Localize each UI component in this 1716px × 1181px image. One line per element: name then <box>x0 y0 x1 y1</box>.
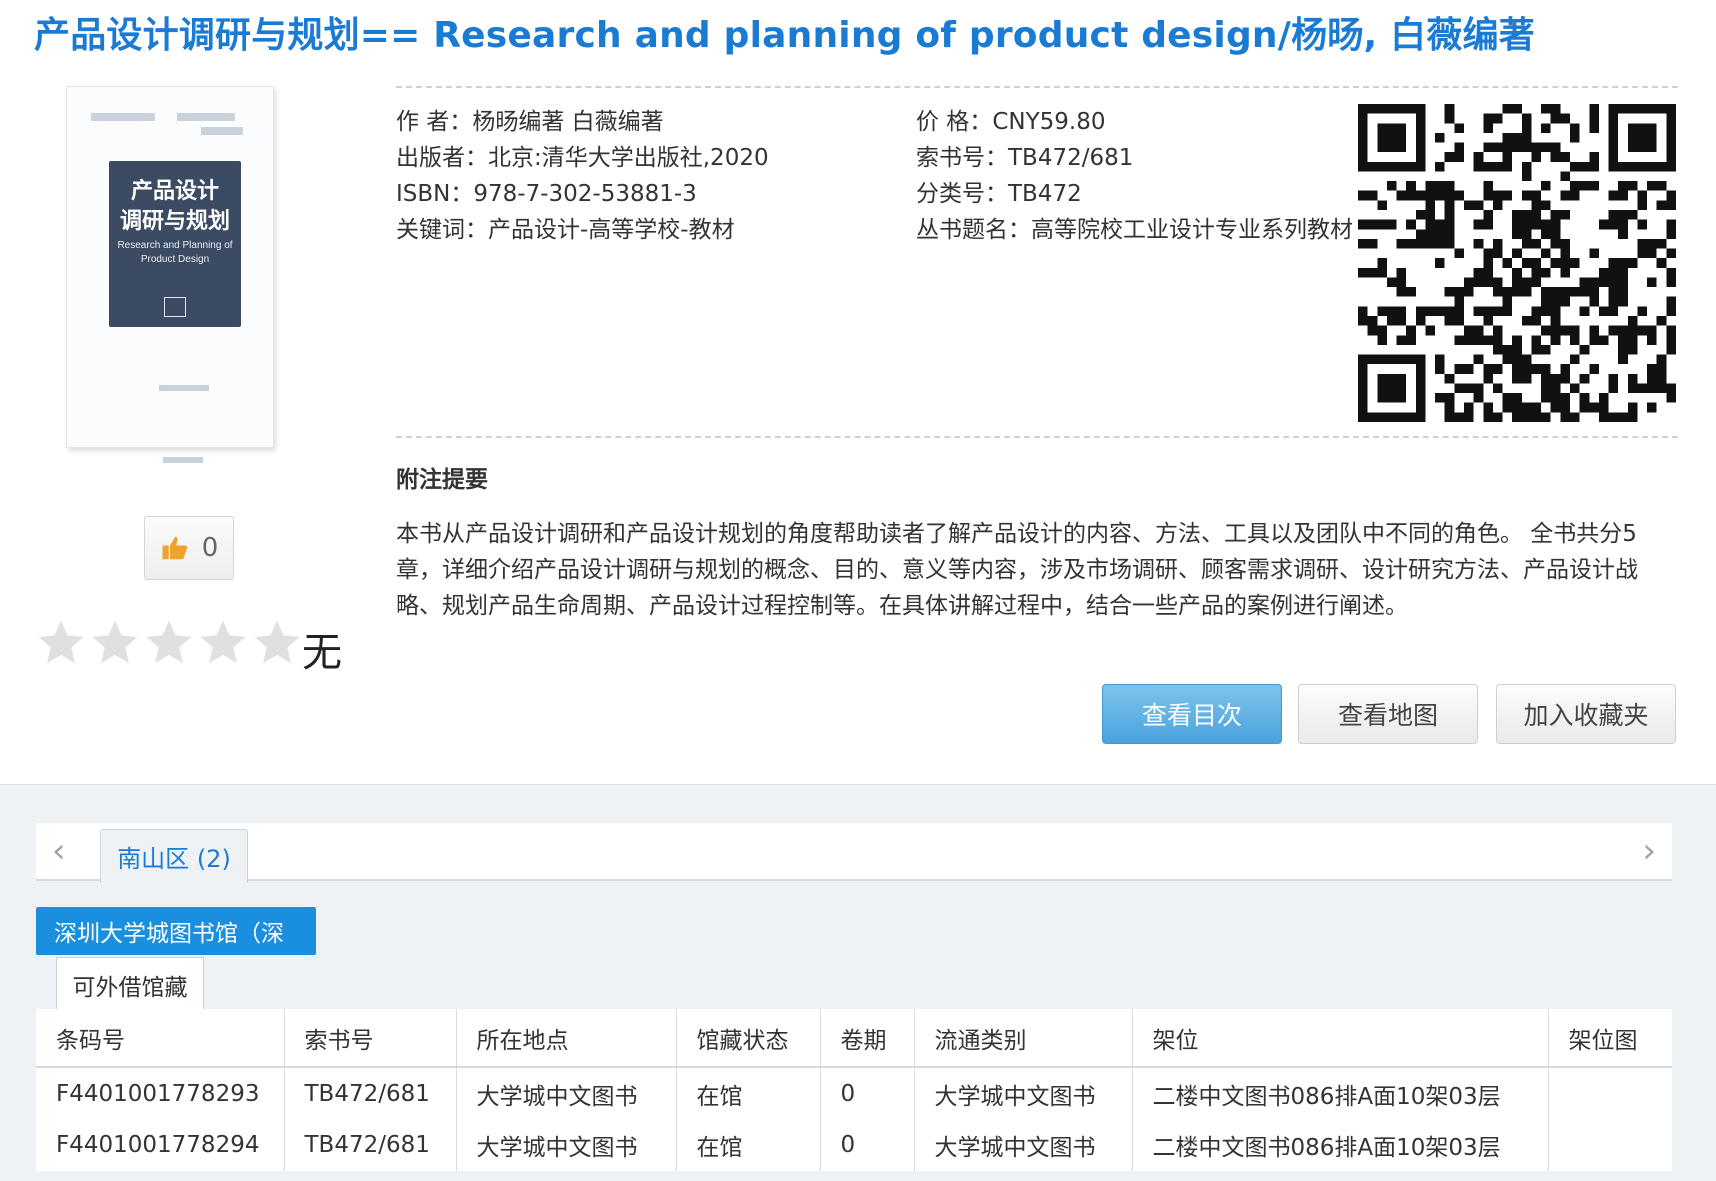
holdings-section: ‹ 南山区 (2) › 深圳大学城图书馆（深 可外借馆藏 条码号 索书号 所在地… <box>0 784 1716 1181</box>
add-favorite-button[interactable]: 加入收藏夹 <box>1496 684 1676 744</box>
cell-location: 大学城中文图书 <box>456 1119 677 1171</box>
meta-author: 作 者：杨旸编著 白薇编著 <box>396 109 664 135</box>
note-body: 本书从产品设计调研和产品设计规划的角度帮助读者了解产品设计的内容、方法、工具以及… <box>396 521 1638 619</box>
cell-barcode: F4401001778293 <box>36 1067 285 1119</box>
cover-title-line2: 调研与规划 <box>119 209 230 234</box>
cover-title-panel: 产品设计 调研与规划 Research and Planning of Prod… <box>109 161 241 327</box>
divider <box>396 86 1678 88</box>
cover-spine <box>71 103 79 393</box>
star-icon[interactable] <box>88 616 142 670</box>
book-cover-image: 产品设计 调研与规划 Research and Planning of Prod… <box>66 86 274 463</box>
column-header: 条码号 <box>36 1009 285 1068</box>
note-heading: 附注提要 <box>396 467 488 493</box>
tab-region[interactable]: 南山区 (2) <box>100 829 248 883</box>
meta-price: 价 格：CNY59.80 <box>916 109 1106 135</box>
column-header: 所在地点 <box>456 1009 677 1068</box>
meta-keywords: 关键词：产品设计-高等学校-教材 <box>396 217 735 243</box>
view-map-button[interactable]: 查看地图 <box>1298 684 1478 744</box>
view-toc-button[interactable]: 查看目次 <box>1102 684 1282 744</box>
column-header: 架位图 <box>1548 1009 1672 1068</box>
cell-shelf: 二楼中文图书086排A面10架03层 <box>1132 1067 1549 1119</box>
star-icon[interactable] <box>250 616 304 670</box>
meta-call-number: 索书号：TB472/681 <box>916 145 1134 171</box>
table-row: F4401001778293 TB472/681 大学城中文图书 在馆 0 大学… <box>36 1067 1672 1119</box>
rating-text: 无 <box>302 630 342 676</box>
like-count: 0 <box>201 533 219 563</box>
cell-status: 在馆 <box>676 1119 821 1171</box>
cell-shelf-map[interactable] <box>1548 1067 1672 1119</box>
table-header-row: 条码号 索书号 所在地点 馆藏状态 卷期 流通类别 架位 架位图 <box>36 1009 1672 1068</box>
cell-volume: 0 <box>820 1119 915 1171</box>
tab-library[interactable]: 深圳大学城图书馆（深 <box>36 907 316 955</box>
cell-volume: 0 <box>820 1067 915 1119</box>
column-header: 流通类别 <box>914 1009 1133 1068</box>
table-row: F4401001778294 TB472/681 大学城中文图书 在馆 0 大学… <box>36 1119 1672 1171</box>
cell-circulation: 大学城中文图书 <box>914 1067 1133 1119</box>
tab-lendable-holdings[interactable]: 可外借馆藏 <box>56 957 204 1011</box>
star-icon[interactable] <box>196 616 250 670</box>
rating-stars[interactable] <box>34 616 304 670</box>
column-header: 馆藏状态 <box>676 1009 821 1068</box>
meta-isbn: ISBN：978-7-302-53881-3 <box>396 181 697 207</box>
meta-classification: 分类号：TB472 <box>916 181 1082 207</box>
cell-status: 在馆 <box>676 1067 821 1119</box>
divider <box>396 436 1678 438</box>
column-header: 卷期 <box>820 1009 915 1068</box>
like-button[interactable]: 0 <box>144 516 234 580</box>
thumbs-up-icon <box>162 536 187 560</box>
qr-code <box>1358 104 1676 422</box>
cell-shelf-map[interactable] <box>1548 1119 1672 1171</box>
chevron-right-icon[interactable]: › <box>1642 831 1656 871</box>
meta-publisher: 出版者：北京:清华大学出版社,2020 <box>396 145 769 171</box>
chevron-left-icon[interactable]: ‹ <box>52 831 66 871</box>
cover-title-line1: 产品设计 <box>130 179 219 204</box>
cell-call-number: TB472/681 <box>284 1119 457 1171</box>
holdings-table: 条码号 索书号 所在地点 馆藏状态 卷期 流通类别 架位 架位图 F440100… <box>36 1009 1672 1171</box>
cover-english-title: Research and Planning of Product Design <box>117 240 233 265</box>
star-icon[interactable] <box>142 616 196 670</box>
cell-location: 大学城中文图书 <box>456 1067 677 1119</box>
cell-shelf: 二楼中文图书086排A面10架03层 <box>1132 1119 1549 1171</box>
cover-emblem-icon <box>164 297 186 317</box>
cell-barcode: F4401001778294 <box>36 1119 285 1171</box>
column-header: 架位 <box>1132 1009 1549 1068</box>
star-icon[interactable] <box>34 616 88 670</box>
column-header: 索书号 <box>284 1009 457 1068</box>
region-tabbar: ‹ 南山区 (2) › <box>36 823 1672 883</box>
meta-series: 丛书题名：高等院校工业设计专业系列教材 <box>916 217 1353 243</box>
cell-circulation: 大学城中文图书 <box>914 1119 1133 1171</box>
page-title: 产品设计调研与规划== Research and planning of pro… <box>34 15 1535 56</box>
cell-call-number: TB472/681 <box>284 1067 457 1119</box>
